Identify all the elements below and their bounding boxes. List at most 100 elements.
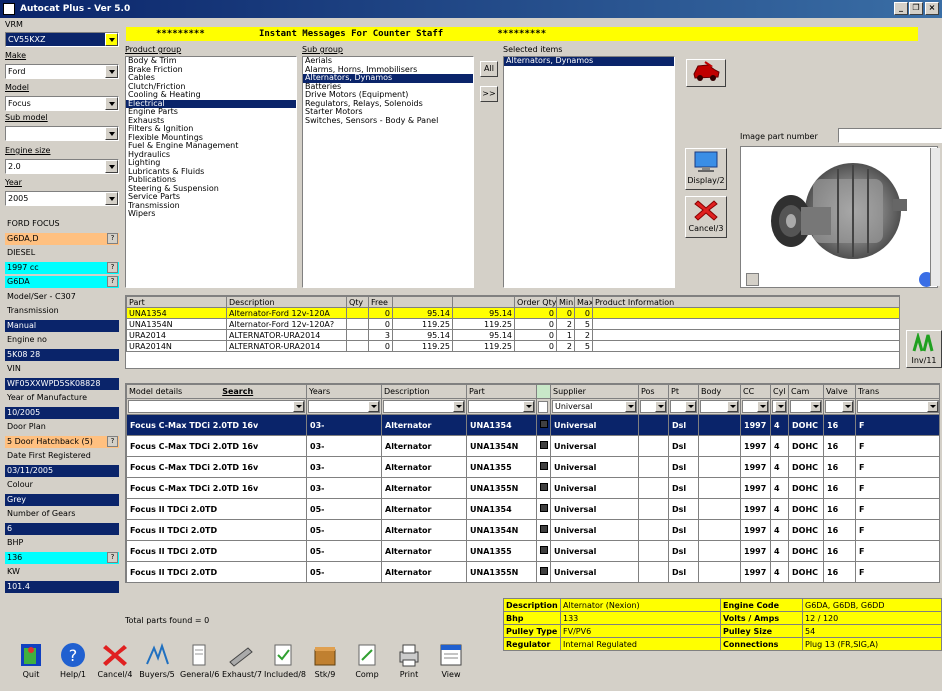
list-item[interactable]: Fuel & Engine Management: [126, 142, 296, 151]
chevron-down-icon[interactable]: [810, 401, 821, 412]
list-item[interactable]: Steering & Suspension: [126, 185, 296, 194]
parts-column-header[interactable]: Description: [226, 296, 347, 308]
list-item[interactable]: Cables: [126, 74, 296, 83]
model-column-header[interactable]: Body: [698, 384, 741, 399]
toolbar-button[interactable]: Quit: [12, 640, 50, 686]
lookup-button[interactable]: ?: [107, 551, 118, 563]
parts-column-header[interactable]: [452, 296, 515, 308]
minimize-button[interactable]: _: [894, 2, 908, 15]
model-row[interactable]: Focus II TDCi 2.0TD 05- Alternator UNA1355N…: [126, 561, 939, 582]
list-item[interactable]: Engine Parts: [126, 108, 296, 117]
toolbar-button[interactable]: Exhaust/7: [222, 640, 262, 686]
chevron-down-icon[interactable]: [105, 192, 118, 205]
list-item[interactable]: Switches, Sensors - Body & Panel: [303, 117, 473, 126]
part-icon[interactable]: [540, 441, 548, 449]
model-column-header[interactable]: Cyl: [770, 384, 789, 399]
model-column-header[interactable]: Pos: [638, 384, 669, 399]
list-item[interactable]: Alarms, Horns, Immobilisers: [303, 66, 473, 75]
chevron-down-icon[interactable]: [105, 65, 118, 78]
model-row[interactable]: Focus C-Max TDCi 2.0TD 16v 03- Alternator U…: [126, 456, 939, 478]
engine-size-select[interactable]: 2.0: [5, 159, 119, 174]
chevron-down-icon[interactable]: [685, 401, 696, 412]
sub-group-list[interactable]: Aerials Alarms, Horns, Immobilisers Altern…: [302, 56, 474, 288]
submodel-select[interactable]: [5, 126, 119, 141]
list-item[interactable]: Hydraulics: [126, 151, 296, 160]
part-icon[interactable]: [540, 567, 548, 575]
model-row[interactable]: Focus II TDCi 2.0TD 05- Alternator UNA1355 U…: [126, 540, 939, 562]
parts-column-header[interactable]: [392, 296, 453, 308]
model-row[interactable]: Focus C-Max TDCi 2.0TD 16v 03- Alternator U…: [126, 477, 939, 499]
image-scrollbar[interactable]: [930, 148, 940, 286]
toolbar-button[interactable]: Included/8: [264, 640, 306, 686]
inventory-button[interactable]: Inv/11: [906, 330, 942, 368]
model-column-header[interactable]: Supplier: [550, 384, 639, 399]
chevron-down-icon[interactable]: [105, 127, 118, 140]
filter-toggle[interactable]: [538, 400, 548, 413]
toolbar-button[interactable]: General/6: [180, 640, 219, 686]
column-filter-select[interactable]: [383, 400, 465, 413]
column-filter-select[interactable]: Universal: [552, 400, 637, 413]
list-item[interactable]: Brake Friction: [126, 66, 296, 75]
parts-column-header[interactable]: Part: [126, 296, 227, 308]
parts-column-header[interactable]: Min: [556, 296, 575, 308]
parts-row[interactable]: UNA1354 Alternator-Ford 12v-120A 0 95.14 95.…: [126, 307, 900, 319]
chevron-down-icon[interactable]: [105, 97, 118, 110]
model-row[interactable]: Focus C-Max TDCi 2.0TD 16v 03- Alternator U…: [126, 435, 939, 457]
model-column-header[interactable]: Years: [306, 384, 382, 399]
product-group-list[interactable]: Body & Trim Brake Friction Cables Clutch/Fr…: [125, 56, 297, 288]
chevron-down-icon[interactable]: [655, 401, 666, 412]
chevron-down-icon[interactable]: [523, 401, 534, 412]
parts-column-header[interactable]: Product Information: [592, 296, 900, 308]
chevron-down-icon[interactable]: [842, 401, 853, 412]
chevron-down-icon[interactable]: [625, 401, 636, 412]
list-item[interactable]: Electrical: [126, 99, 296, 108]
model-row[interactable]: Focus II TDCi 2.0TD 05- Alternator UNA1354 U…: [126, 498, 939, 520]
column-filter-select[interactable]: [790, 400, 822, 413]
chevron-down-icon[interactable]: [368, 401, 379, 412]
column-filter-select[interactable]: [640, 400, 667, 413]
parts-row[interactable]: UNA1354N Alternator-Ford 12v-120A? 0 119.25…: [126, 318, 900, 330]
column-filter-select[interactable]: [670, 400, 697, 413]
lookup-button[interactable]: ?: [107, 261, 118, 273]
model-row[interactable]: Focus II TDCi 2.0TD 05- Alternator UNA1354N…: [126, 519, 939, 541]
model-column-header[interactable]: Part: [466, 384, 537, 399]
list-item[interactable]: Transmission: [126, 202, 296, 211]
part-icon[interactable]: [540, 462, 548, 470]
parts-row[interactable]: URA2014 ALTERNATOR-URA2014 3 95.14 95.14 0 1 2: [126, 329, 900, 341]
chevron-down-icon[interactable]: [105, 33, 118, 46]
list-item[interactable]: Publications: [126, 176, 296, 185]
list-item[interactable]: Alternators, Dynamos: [504, 57, 674, 66]
list-item[interactable]: Aerials: [303, 57, 473, 66]
select-all-button[interactable]: All: [480, 61, 498, 77]
chevron-down-icon[interactable]: [727, 401, 738, 412]
lookup-button[interactable]: ?: [107, 232, 118, 244]
model-column-header[interactable]: Pt: [668, 384, 699, 399]
list-item[interactable]: Lighting: [126, 159, 296, 168]
model-column-header[interactable]: CC: [740, 384, 771, 399]
column-filter-select[interactable]: [700, 400, 739, 413]
model-row[interactable]: Focus C-Max TDCi 2.0TD 16v 03- Alternator U…: [126, 414, 939, 436]
close-button[interactable]: ×: [925, 2, 939, 15]
part-icon[interactable]: [540, 483, 548, 491]
parts-column-header[interactable]: Max: [574, 296, 593, 308]
parts-column-header[interactable]: Qty: [346, 296, 369, 308]
chevron-down-icon[interactable]: [293, 401, 304, 412]
chevron-down-icon[interactable]: [757, 401, 768, 412]
make-select[interactable]: Ford: [5, 64, 119, 79]
part-icon[interactable]: [540, 546, 548, 554]
display-button[interactable]: Display/2: [685, 148, 727, 190]
chevron-down-icon[interactable]: [105, 160, 118, 173]
column-filter-select[interactable]: [468, 400, 535, 413]
list-item[interactable]: Exhausts: [126, 117, 296, 126]
add-selected-button[interactable]: >>: [480, 86, 498, 102]
vehicle-lookup-button[interactable]: [686, 59, 726, 87]
part-icon[interactable]: [540, 525, 548, 533]
chevron-down-icon[interactable]: [775, 401, 786, 412]
chevron-down-icon[interactable]: [927, 401, 938, 412]
image-part-number-input[interactable]: [838, 128, 942, 143]
toolbar-button[interactable]: ? Help/1: [54, 640, 92, 686]
column-filter-select[interactable]: [825, 400, 854, 413]
toolbar-button[interactable]: Stk/9: [306, 640, 344, 686]
column-filter-select[interactable]: [742, 400, 769, 413]
model-details-header[interactable]: Model details Search: [126, 384, 307, 399]
